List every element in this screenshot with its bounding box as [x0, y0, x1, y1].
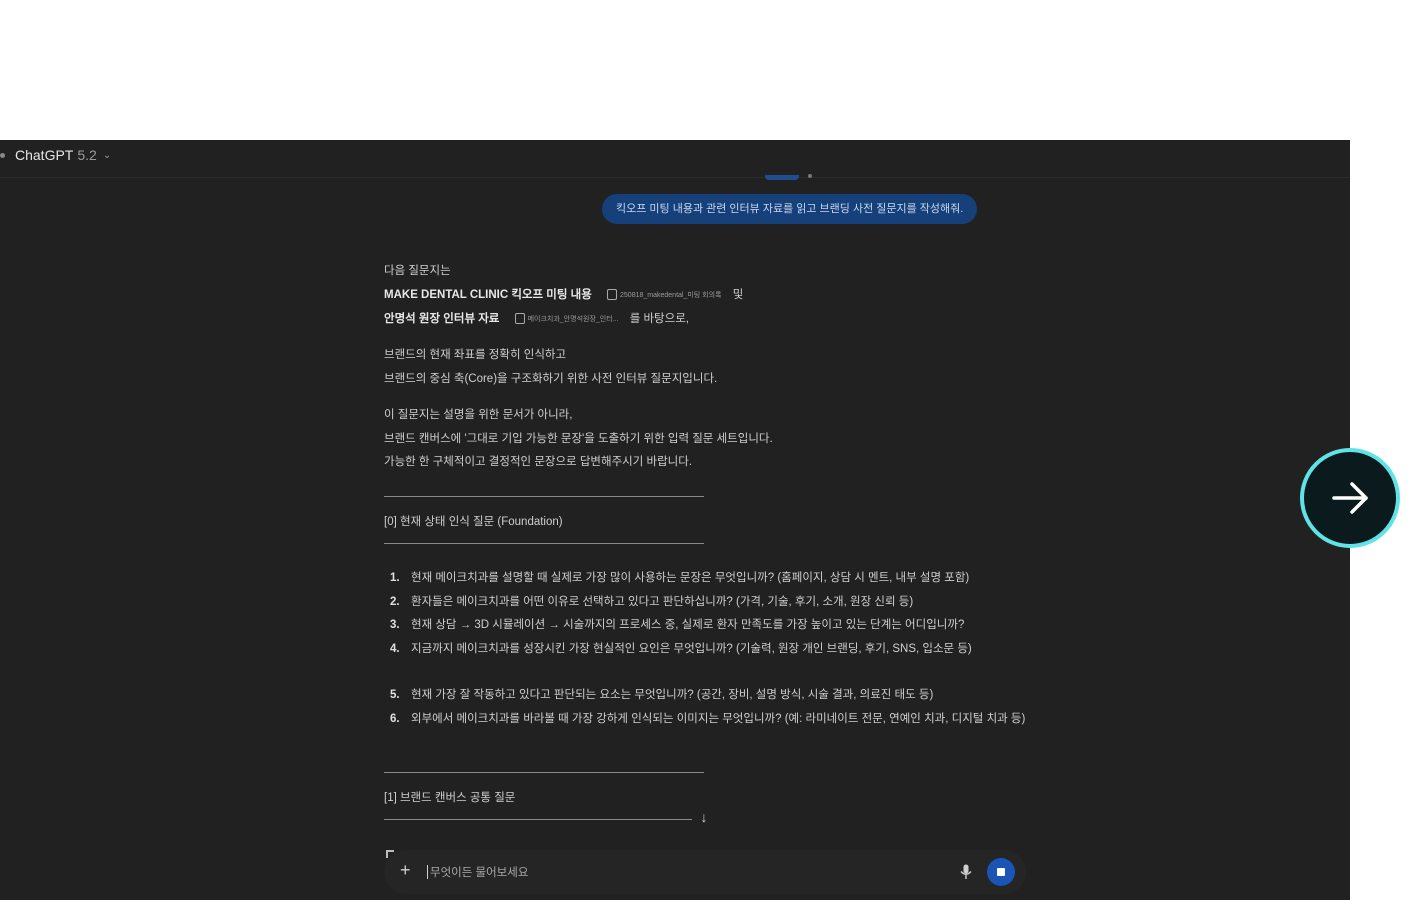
- chevron-down-icon: ⌄: [102, 149, 112, 161]
- list-text: 환자들은 메이크치과를 어떤 이유로 선택하고 있다고 판단하십니까? (가격,…: [411, 596, 914, 608]
- intro-line-2: MAKE DENTAL CLINIC 킥오프 미팅 내용 250818_make…: [384, 286, 743, 302]
- divider: [384, 543, 704, 544]
- list-number: 4.: [390, 643, 400, 655]
- app-name: ChatGPT: [15, 147, 74, 163]
- arrow-right-icon: [1332, 482, 1368, 514]
- intro-line-1: 다음 질문지는: [384, 265, 451, 277]
- list-text: 지금까지 메이크치과를 성장시킨 가장 현실적인 요인은 무엇입니까? (기술력…: [411, 643, 972, 655]
- menu-dot-icon: [0, 152, 5, 158]
- previous-message-stub: [765, 175, 799, 180]
- list-item: 4. 지금까지 메이크치과를 성장시킨 가장 현실적인 요인은 무엇입니까? (…: [390, 638, 1030, 684]
- list-number: 3.: [390, 619, 400, 631]
- previous-message-dot: [808, 174, 812, 178]
- attachment-chip-1[interactable]: 250818_makedental_미팅 회의록: [607, 289, 722, 301]
- composer-corner: [386, 850, 394, 858]
- intro-tail-2: 를 바탕으로,: [629, 313, 689, 325]
- list-item: 1. 현재 메이크치과를 설명할 때 실제로 가장 많이 사용하는 문장은 무엇…: [390, 567, 1030, 591]
- stop-button[interactable]: [987, 858, 1015, 886]
- attachment-chip-2[interactable]: 메이크치과_안명석원장_인터...: [514, 313, 619, 325]
- composer: +: [384, 850, 1026, 894]
- arrow-down-icon: ↓: [700, 809, 708, 825]
- model-version: 5.2: [77, 147, 97, 163]
- scroll-down-button[interactable]: ↓: [695, 808, 713, 826]
- model-selector[interactable]: ChatGPT 5.2 ⌄: [0, 147, 111, 163]
- divider: [384, 772, 704, 773]
- divider: [384, 819, 692, 820]
- stop-icon: [997, 868, 1005, 876]
- para2-line-1: 브랜드의 현재 좌표를 정확히 인식하고: [384, 349, 567, 361]
- para3-line-1: 이 질문지는 설명을 위한 문서가 아니라,: [384, 409, 573, 421]
- user-message: 킥오프 미팅 내용과 관련 인터뷰 자료를 읽고 브랜딩 사전 질문지를 작성해…: [602, 194, 978, 224]
- microphone-icon[interactable]: [960, 864, 972, 880]
- divider: [384, 496, 704, 497]
- attachment-name-1: 250818_makedental_미팅 회의록: [620, 291, 722, 299]
- file-icon: [514, 313, 525, 325]
- section0-title: [0] 현재 상태 인식 질문 (Foundation): [384, 516, 563, 528]
- list-item: 5. 현재 가장 잘 작동하고 있다고 판단되는 요소는 무엇입니까? (공간,…: [390, 684, 1030, 708]
- list-text: 현재 메이크치과를 설명할 때 실제로 가장 많이 사용하는 문장은 무엇입니까…: [411, 572, 970, 584]
- intro-bold-1: MAKE DENTAL CLINIC 킥오프 미팅 내용: [384, 289, 592, 301]
- list-number: 6.: [390, 713, 400, 725]
- prompt-input[interactable]: [428, 862, 892, 884]
- next-button[interactable]: [1300, 448, 1400, 548]
- list-item: 2. 환자들은 메이크치과를 어떤 이유로 선택하고 있다고 판단하십니까? (…: [390, 591, 1030, 615]
- para3-line-2: 브랜드 캔버스에 '그대로 기입 가능한 문장'을 도출하기 위한 입력 질문 …: [384, 433, 773, 445]
- para3-line-3: 가능한 한 구체적이고 결정적인 문장으로 답변해주시기 바랍니다.: [384, 456, 693, 468]
- list-text: 외부에서 메이크치과를 바라볼 때 가장 강하게 인식되는 이미지는 무엇입니까…: [411, 713, 1026, 725]
- list-number: 5.: [390, 689, 400, 701]
- list-item: 3. 현재 상담 → 3D 시뮬레이션 → 시술까지의 프로세스 중, 실제로 …: [390, 614, 1030, 638]
- list-text: 현재 가장 잘 작동하고 있다고 판단되는 요소는 무엇입니까? (공간, 장비…: [411, 689, 934, 701]
- list-number: 1.: [390, 572, 400, 584]
- chat-window: ChatGPT 5.2 ⌄ 킥오프 미팅 내용과 관련 인터뷰 자료를 읽고 브…: [0, 140, 1350, 900]
- top-bar: ChatGPT 5.2 ⌄: [0, 140, 1350, 178]
- intro-tail-1: 및: [732, 289, 744, 301]
- list-item: 6. 외부에서 메이크치과를 바라볼 때 가장 강하게 인식되는 이미지는 무엇…: [390, 708, 1030, 754]
- list-text: 현재 상담 → 3D 시뮬레이션 → 시술까지의 프로세스 중, 실제로 환자 …: [411, 619, 965, 631]
- section1-title: [1] 브랜드 캔버스 공통 질문: [384, 792, 516, 804]
- para2-line-2: 브랜드의 중심 축(Core)을 구조화하기 위한 사전 인터뷰 질문지입니다.: [384, 373, 718, 385]
- intro-bold-2: 안명석 원장 인터뷰 자료: [384, 313, 500, 325]
- list-number: 2.: [390, 596, 400, 608]
- attachment-name-2: 메이크치과_안명석원장_인터...: [527, 315, 619, 323]
- plus-icon[interactable]: +: [400, 861, 416, 879]
- file-icon: [607, 289, 618, 301]
- intro-line-3: 안명석 원장 인터뷰 자료 메이크치과_안명석원장_인터... 를 바탕으로,: [384, 310, 689, 326]
